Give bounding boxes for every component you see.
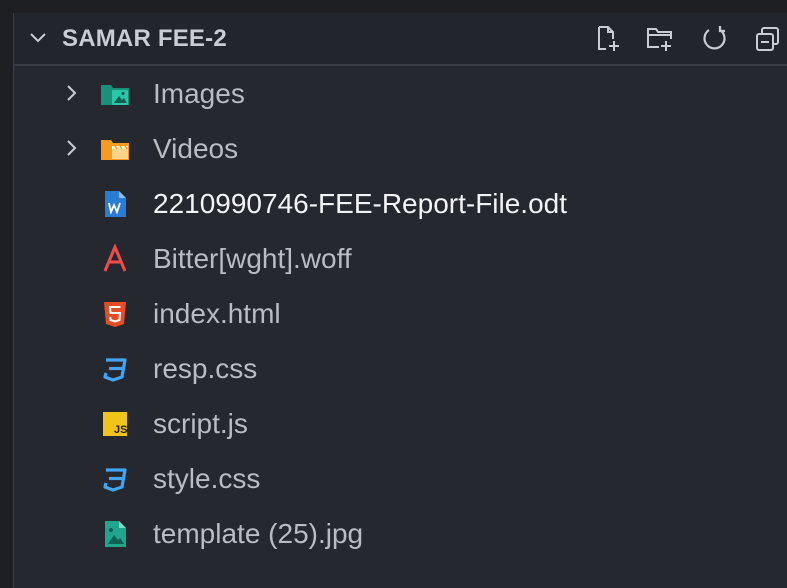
html5-icon	[104, 302, 126, 327]
collapse-all-button[interactable]	[748, 19, 787, 59]
refresh-icon	[703, 26, 726, 50]
css3-icon	[103, 468, 127, 492]
svg-text:JS: JS	[114, 424, 127, 436]
window-frame: SAMAR FEE-2 Images Videos 2210990746-FEE…	[0, 0, 787, 588]
collapse-all-icon	[756, 27, 779, 51]
explorer-actions	[588, 19, 787, 59]
font-file-icon	[103, 244, 127, 272]
javascript-icon: JS	[103, 412, 127, 436]
tree-item-font-file[interactable]: Bitter[wght].woff	[14, 231, 787, 286]
tree-item-label: script.js	[153, 408, 248, 439]
videos-folder-icon	[101, 140, 129, 160]
tree-item-label: index.html	[153, 298, 281, 329]
tree-item-label: Bitter[wght].woff	[153, 243, 352, 274]
explorer-section-header[interactable]: SAMAR FEE-2	[14, 13, 787, 66]
tree-item-images[interactable]: Images	[14, 66, 787, 121]
tree-item-resp-css[interactable]: resp.css	[14, 341, 787, 396]
new-folder-button[interactable]	[640, 19, 680, 59]
tree-item-label: Videos	[153, 133, 239, 164]
tree-item-report-file[interactable]: 2210990746-FEE-Report-File.odt	[14, 176, 787, 231]
new-file-button[interactable]	[588, 19, 628, 59]
tree-item-script-js[interactable]: JS script.js	[14, 396, 787, 451]
word-document-icon	[105, 191, 126, 217]
explorer-panel: SAMAR FEE-2 Images Videos 2210990746-FEE…	[13, 13, 787, 588]
tree-item-label: template (25).jpg	[153, 518, 364, 549]
css3-icon	[103, 358, 127, 382]
tree-item-style-css[interactable]: style.css	[14, 451, 787, 506]
workspace-title: SAMAR FEE-2	[62, 25, 227, 52]
images-folder-icon	[101, 85, 129, 105]
new-file-icon	[598, 26, 619, 51]
tree-item-label: style.css	[153, 463, 261, 494]
tree-item-videos[interactable]: Videos	[14, 121, 787, 176]
chevron-down-icon[interactable]	[28, 28, 48, 48]
chevron-right-icon[interactable]	[62, 138, 82, 158]
tree-item-label: 2210990746-FEE-Report-File.odt	[153, 188, 568, 219]
tree-item-label: Images	[153, 78, 245, 109]
tree-item-index-html[interactable]: index.html	[14, 286, 787, 341]
tree-item-label: resp.css	[153, 353, 258, 384]
tree-item-template-jpg[interactable]: template (25).jpg	[14, 506, 787, 561]
new-folder-icon	[647, 28, 672, 51]
chevron-right-icon[interactable]	[62, 83, 82, 103]
refresh-button[interactable]	[694, 19, 734, 59]
image-file-icon	[105, 521, 126, 547]
